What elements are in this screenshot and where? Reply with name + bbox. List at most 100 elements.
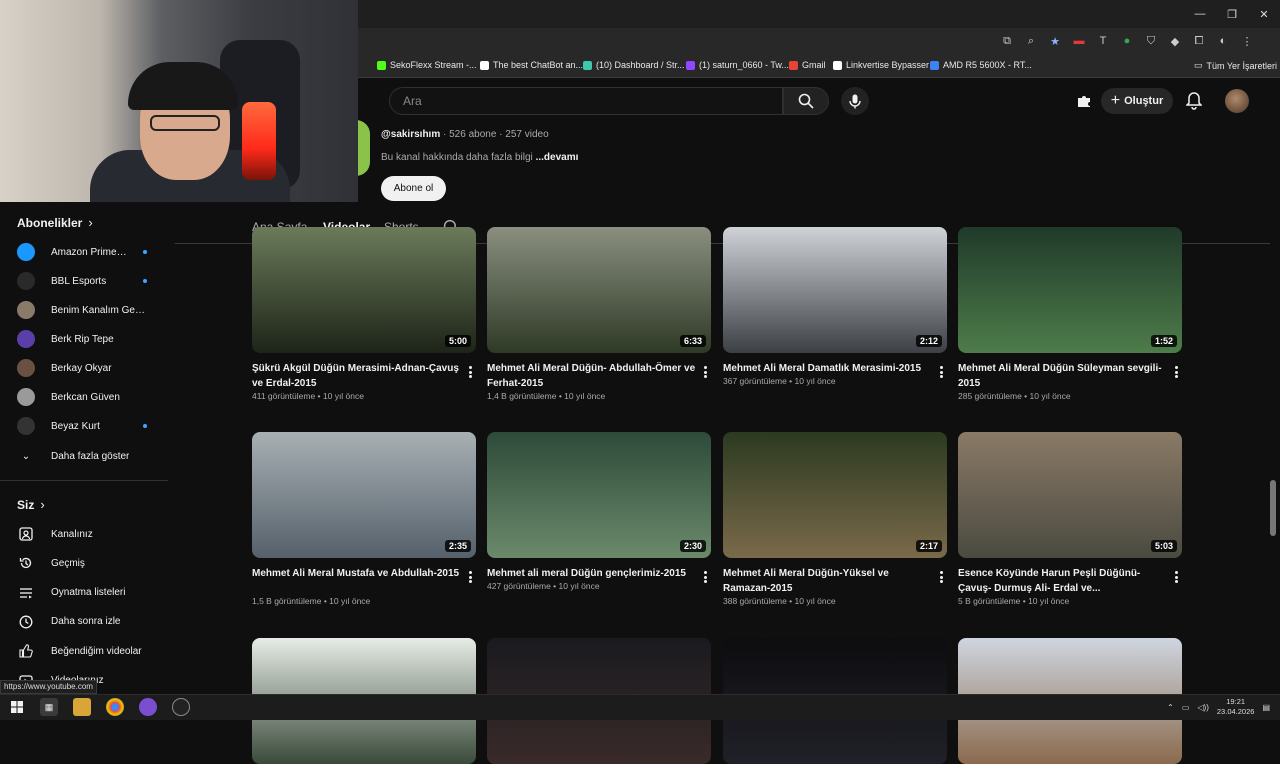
channel-icon	[17, 525, 35, 543]
subscribe-button[interactable]: Abone ol	[381, 176, 446, 201]
video-thumbnail[interactable]: 6:33	[487, 227, 711, 353]
video-duration: 2:30	[679, 540, 706, 552]
video-thumbnail[interactable]: 2:35	[252, 432, 476, 558]
shield-icon[interactable]: ⛉	[1142, 30, 1160, 52]
extension-icons: ⧉ ⌕ ★ ▬ T ● ⛉ ◆ ⧠ ◐ ⋮	[998, 30, 1256, 52]
video-thumbnail[interactable]: 5:00	[252, 227, 476, 353]
sidebar-item-history[interactable]: Geçmiş	[17, 553, 167, 573]
all-bookmarks[interactable]: ▭ Tüm Yer İşaretleri	[1194, 60, 1277, 71]
create-button[interactable]: + Oluştur	[1101, 88, 1173, 114]
video-title[interactable]: Şükrü Akgül Düğün Merasimi-Adnan-Çavuş v…	[252, 361, 464, 391]
bookmark-item[interactable]: AMD R5 5600X - RT...	[930, 60, 1032, 70]
profile-icon[interactable]: ◐	[1214, 30, 1232, 52]
video-duration: 1:52	[1150, 335, 1177, 347]
taskview-icon[interactable]: ▦	[40, 698, 58, 716]
file-explorer-icon[interactable]	[73, 698, 91, 716]
video-title[interactable]: Esence Köyünde Harun Peşli Düğünü-Çavuş-…	[958, 566, 1170, 596]
close-button[interactable]: ✕	[1248, 0, 1280, 28]
sidebar-subscription-item[interactable]: Berkay Okyar	[17, 358, 167, 378]
video-views: 367 görüntüleme	[723, 376, 787, 386]
subscriptions-header[interactable]: Abonelikler ›	[17, 215, 93, 230]
sidebar-item-watch-later[interactable]: Daha sonra izle	[17, 612, 167, 632]
video-title[interactable]: Mehmet Ali Meral Mustafa ve Abdullah-201…	[252, 566, 464, 581]
minimize-button[interactable]: —	[1184, 0, 1216, 28]
show-more-button[interactable]: ⌄ Daha fazla göster	[17, 446, 167, 466]
puzzle-icon[interactable]: ⧠	[1190, 30, 1208, 52]
video-title[interactable]: Mehmet Ali Meral Düğün- Abdullah-Ömer ve…	[487, 361, 699, 391]
bookmark-item[interactable]: SekoFlexx Stream -...	[377, 60, 477, 70]
menu-dots-icon[interactable]: ⋮	[1238, 30, 1256, 52]
sidebar-subscription-item[interactable]: Berk Rip Tepe	[17, 329, 167, 349]
sidebar-subscription-item[interactable]: BBL Esports	[17, 271, 167, 291]
video-menu-icon[interactable]	[465, 365, 475, 379]
discord-icon[interactable]	[139, 698, 157, 716]
bookmark-item[interactable]: The best ChatBot an...	[480, 60, 583, 70]
sidebar: Abonelikler › Amazon Prime V... BBL Espor…	[0, 202, 170, 694]
watch-later-icon	[17, 613, 35, 631]
video-menu-icon[interactable]	[465, 570, 475, 584]
channel-handle-line: @sakirsıhım · 526 abone · 257 video	[381, 129, 549, 140]
channel-more-link[interactable]: ...devamı	[536, 152, 579, 163]
clock[interactable]: 19:21 23.04.2026	[1217, 697, 1255, 717]
video-menu-icon[interactable]	[700, 570, 710, 584]
microphone-icon	[849, 94, 861, 108]
video-age: 10 yıl önce	[794, 596, 836, 606]
sidebar-item-like[interactable]: Beğendiğim videolar	[17, 641, 167, 661]
sidebar-subscription-item[interactable]: Benim Kanalım Gez...	[17, 300, 167, 320]
bookmark-item[interactable]: Linkvertise Bypasser	[833, 60, 929, 70]
video-views: 5 B görüntüleme	[958, 596, 1021, 606]
obs-icon[interactable]	[172, 698, 190, 716]
sidebar-divider	[0, 480, 168, 481]
extension-translate-icon[interactable]: T	[1094, 30, 1112, 52]
bookmark-item[interactable]: Gmail	[789, 60, 826, 70]
cast-icon[interactable]: ⧉	[998, 30, 1016, 52]
sidebar-subscription-item[interactable]: Beyaz Kurt	[17, 416, 167, 436]
channel-about[interactable]: Bu kanal hakkında daha fazla bilgi ...de…	[381, 152, 578, 163]
sidebar-subscription-item[interactable]: Berkcan Güven	[17, 387, 167, 407]
video-title[interactable]: Mehmet Ali Meral Damatlık Merasimi-2015	[723, 361, 935, 376]
video-menu-icon[interactable]	[1171, 365, 1181, 379]
video-thumbnail[interactable]: 2:30	[487, 432, 711, 558]
windows-start-icon[interactable]	[8, 698, 26, 716]
amd-icon	[930, 60, 939, 70]
search-button[interactable]	[783, 87, 829, 115]
video-thumbnail[interactable]: 2:12	[723, 227, 947, 353]
sidebar-item-channel[interactable]: Kanalınız	[17, 524, 167, 544]
sidebar-item-playlist[interactable]: Oynatma listeleri	[17, 583, 167, 603]
video-thumbnail[interactable]: 2:17	[723, 432, 947, 558]
extension-red-icon[interactable]: ▬	[1070, 30, 1088, 52]
video-thumbnail[interactable]: 1:52	[958, 227, 1182, 353]
bookmark-item[interactable]: (1) saturn_0660 - Tw...	[686, 60, 789, 70]
volume-icon[interactable]: ◁))	[1197, 703, 1208, 712]
meta-separator: •	[786, 376, 795, 386]
video-title[interactable]: Mehmet Ali Meral Düğün Süleyman sevgili-…	[958, 361, 1170, 391]
extension-green-icon[interactable]: ●	[1118, 30, 1136, 52]
sidebar-subscription-item[interactable]: Amazon Prime V...	[17, 242, 167, 262]
video-menu-icon[interactable]	[936, 570, 946, 584]
maximize-button[interactable]: ❐	[1216, 0, 1248, 28]
account-avatar[interactable]	[1225, 89, 1249, 113]
you-header[interactable]: Siz ›	[17, 497, 45, 512]
meta-separator: •	[786, 596, 795, 606]
video-title[interactable]: Mehmet ali meral Düğün gençlerimiz-2015	[487, 566, 699, 581]
notification-icon[interactable]: ▤	[1262, 703, 1270, 712]
video-menu-icon[interactable]	[1171, 570, 1181, 584]
extension-puzzle-icon[interactable]	[1075, 92, 1093, 110]
bookmark-item[interactable]: (10) Dashboard / Str...	[583, 60, 685, 70]
video-menu-icon[interactable]	[936, 365, 946, 379]
windows-taskbar	[0, 694, 1280, 720]
notifications-button[interactable]	[1184, 90, 1204, 112]
star-icon[interactable]: ★	[1046, 30, 1064, 52]
voice-search-button[interactable]	[841, 87, 869, 115]
video-menu-icon[interactable]	[700, 365, 710, 379]
meta-separator: •	[315, 391, 323, 401]
zoom-icon[interactable]: ⌕	[1022, 30, 1040, 52]
extension-diamond-icon[interactable]: ◆	[1166, 30, 1184, 52]
video-title[interactable]: Mehmet Ali Meral Düğün-Yüksel ve Ramazan…	[723, 566, 935, 596]
chevron-up-icon[interactable]: ⌃	[1167, 703, 1174, 712]
video-thumbnail[interactable]: 5:03	[958, 432, 1182, 558]
page-scrollbar[interactable]	[1270, 480, 1276, 536]
chrome-icon[interactable]	[106, 698, 124, 716]
search-input[interactable]: Ara	[389, 87, 783, 115]
network-icon[interactable]: ▭	[1182, 703, 1190, 712]
